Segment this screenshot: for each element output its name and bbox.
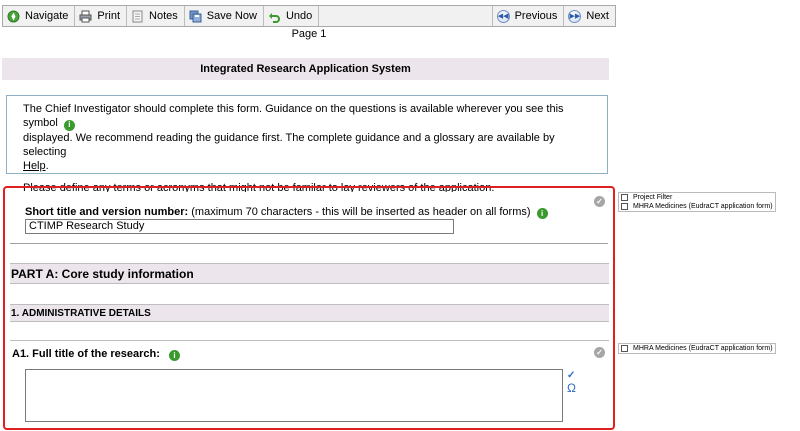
part-a-heading: PART A: Core study information [10,263,609,284]
previous-icon: ◀◀ [496,9,510,23]
short-title-info-icon[interactable]: i [536,208,548,219]
print-button[interactable]: Print [75,6,128,26]
short-title-hint: (maximum 70 characters - this will be in… [191,206,531,218]
section-1-heading: 1. ADMINISTRATIVE DETAILS [10,304,609,322]
help-link[interactable]: Help [23,160,46,172]
print-label: Print [97,10,121,22]
navigate-icon [7,10,20,23]
undo-icon [268,10,281,23]
guidance-line2: displayed. We recommend reading the guid… [23,131,555,158]
a1-label-row: A1. Full title of the research: i [12,348,180,361]
notes-button[interactable]: Notes [127,6,185,26]
undo-button[interactable]: Undo [264,6,320,26]
special-characters-icon[interactable]: Ω [567,382,581,394]
a1-complete-icon: ✓ [594,347,605,358]
question-complete-icon: ✓ [594,196,605,207]
page-number: Page 1 [291,28,327,40]
save-icon [189,10,202,23]
filter-project[interactable]: Project Filter [621,193,773,202]
toolbar-spacer [319,6,493,26]
navigate-label: Navigate [25,10,69,22]
filter-project-label: Project Filter [633,194,673,201]
guidance-line1: The Chief Investigator should complete t… [23,103,564,129]
previous-label: Previous [514,10,558,22]
printer-icon [79,10,92,23]
short-title-label: Short title and version number: [25,206,189,218]
save-now-label: Save Now [206,10,257,22]
guidance-panel: The Chief Investigator should complete t… [6,95,608,194]
save-now-button[interactable]: Save Now [185,6,264,26]
a1-title-textarea[interactable] [25,369,563,422]
guidance-text: The Chief Investigator should complete t… [23,102,591,173]
info-icon: i [63,119,75,131]
checkbox-icon[interactable] [621,194,628,201]
notes-icon [131,10,144,23]
checkbox-icon[interactable] [621,345,628,352]
side-filter-top: Project Filter MHRA Medicines (EudraCT a… [618,192,776,212]
help-link-suffix: . [45,159,49,172]
previous-button[interactable]: ◀◀ Previous [493,6,565,26]
checkbox-icon[interactable] [621,203,628,210]
system-title: Integrated Research Application System [2,58,609,80]
a1-tools: ✓ Ω [567,370,581,394]
a1-divider [10,340,609,341]
short-title-label-row: Short title and version number: (maximum… [25,206,548,219]
toolbar: Navigate Print Notes Save Now Undo ◀◀ Pr… [2,5,616,27]
filter-group-a1: MHRA Medicines (EudraCT application form… [618,343,776,354]
filter-mhra-a1-label: MHRA Medicines (EudraCT application form… [633,345,773,352]
next-icon: ▶▶ [568,9,582,23]
filter-mhra-a1[interactable]: MHRA Medicines (EudraCT application form… [621,344,773,353]
navigate-button[interactable]: Navigate [3,6,76,26]
filter-mhra-label: MHRA Medicines (EudraCT application form… [633,203,773,210]
side-filter-a1: MHRA Medicines (EudraCT application form… [618,343,776,354]
filter-mhra[interactable]: MHRA Medicines (EudraCT application form… [621,202,773,211]
notes-label: Notes [149,10,178,22]
spellcheck-icon[interactable]: ✓ [567,370,581,381]
filter-group-top: Project Filter MHRA Medicines (EudraCT a… [618,192,776,212]
a1-info-icon[interactable]: i [168,350,180,361]
next-label: Next [586,10,609,22]
short-title-input[interactable]: CTIMP Research Study [25,219,454,234]
a1-label: A1. Full title of the research: [12,348,160,360]
next-button[interactable]: ▶▶ Next [564,6,615,26]
undo-label: Undo [285,10,313,22]
